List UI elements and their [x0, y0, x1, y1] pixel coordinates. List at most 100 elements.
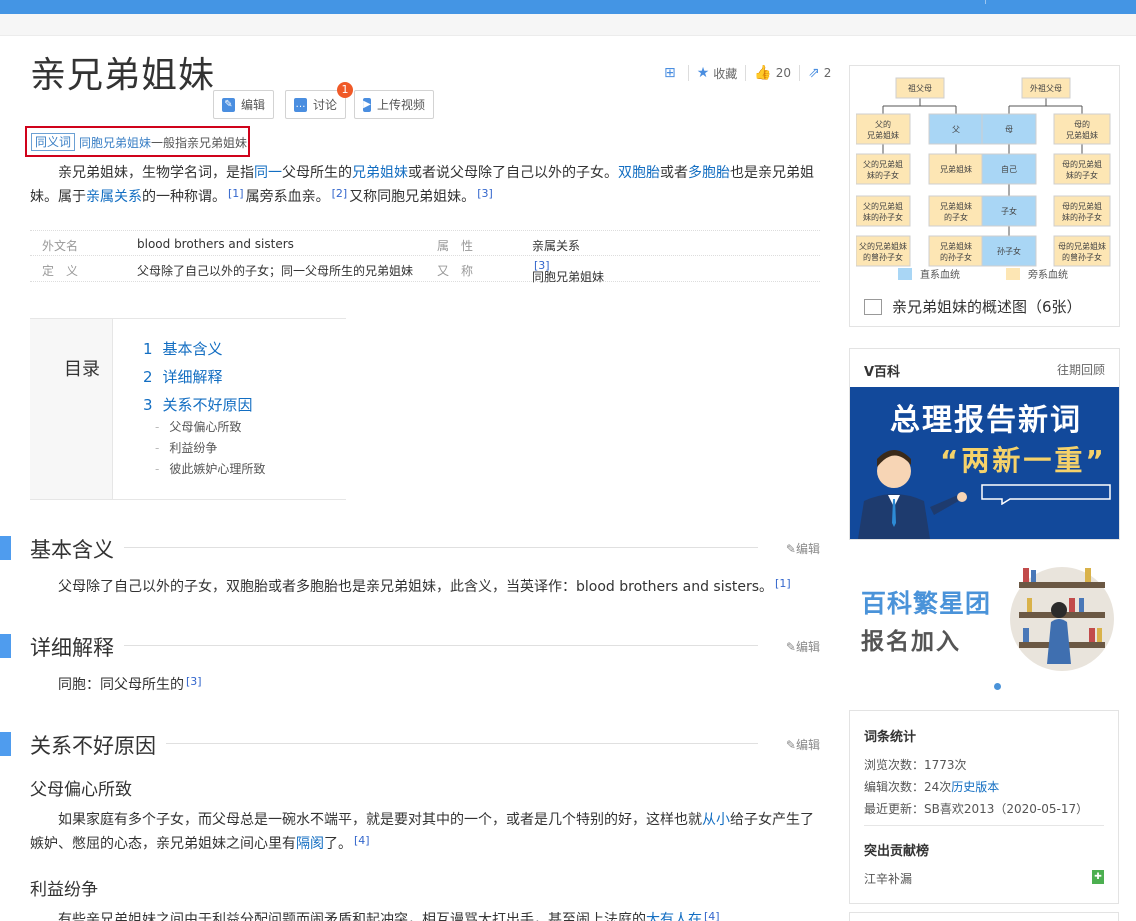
link-tongyi[interactable]: 同一 [254, 165, 282, 181]
section-1-text: 父母除了自己以外的子女，双胞胎或者多胞胎也是亲兄弟姐妹，此含义，当英译作：blo… [30, 575, 820, 599]
overview-image-card[interactable]: 祖父母 外祖父母 父的兄弟姐妹父母母的兄弟姐妹 父的兄弟姐妹的子女 兄弟姐妹 自己 母的兄弟… [849, 65, 1120, 327]
favorite-button[interactable]: ★ 收藏 [697, 65, 738, 82]
toc-number: 1 [143, 340, 153, 358]
section-edit-link[interactable]: ✎编辑 [786, 540, 820, 557]
share-icon: ⇗ [808, 65, 820, 81]
diagram-cell-label: 兄弟姐妹 [940, 164, 972, 174]
section-heading-3: 关系不好原因 ✎编辑 [0, 730, 820, 760]
actions-divider [745, 65, 747, 81]
link-siblings[interactable]: 兄弟姐妹 [352, 165, 408, 181]
vbaike-more-link[interactable]: 往期回顾 [1057, 361, 1105, 378]
link-kinship[interactable]: 亲属关系 [86, 189, 142, 205]
history-version-link[interactable]: 历史版本 [951, 780, 999, 794]
pencil-icon: ✎ [785, 738, 796, 752]
contributors-title: 突出贡献榜 [864, 844, 930, 859]
toc-subitem[interactable]: - 彼此嫉妒心理所致 [155, 460, 265, 477]
summary-text: 或者 [660, 165, 688, 181]
reference-mark[interactable]: [1] [775, 577, 791, 590]
section-edit-link[interactable]: ✎编辑 [786, 638, 820, 655]
toc-label: 目录 [64, 359, 100, 380]
toc-subtext: 彼此嫉妒心理所致 [169, 462, 266, 476]
image-caption[interactable]: 亲兄弟姐妹的概述图（6张） [864, 296, 1082, 317]
reference-mark[interactable]: [3] [534, 259, 550, 272]
vbaike-banner[interactable]: 总理报告新词 “两新一重” [850, 387, 1119, 539]
info-value: 父母除了自己以外的子女；同一父母所生的兄弟姐妹 [137, 264, 414, 278]
add-entry-button[interactable]: ⊞ [664, 65, 680, 81]
promo-title: 百科繁星团 [861, 589, 992, 618]
pencil-icon: ✎ [222, 97, 235, 112]
promo-banner[interactable]: 百科繁星团 报名加入 [849, 560, 1120, 695]
plus-square-icon: ⊞ [664, 65, 676, 81]
actions-divider [687, 65, 689, 81]
diagram-cell-label: 孙子女 [997, 246, 1021, 256]
info-value: blood brothers and sisters [137, 237, 294, 251]
diagram-cell-label: 自己 [1001, 164, 1017, 174]
edit-button[interactable]: ✎ 编辑 [213, 90, 274, 119]
toc-list: 1 基本含义 2 详细解释 3 关系不好原因 - 父母偏心所致 - 利益纷争 - 彼此嫉妒心… [112, 319, 346, 499]
favorite-label: 收藏 [713, 66, 738, 81]
summary-text: 属旁系血亲。 [245, 189, 330, 205]
summary-text: 或者说父母除了自己以外的子女。 [408, 165, 618, 181]
toc-item-3[interactable]: 3 关系不好原因 [143, 394, 253, 415]
summary-text: 父母所生的 [282, 165, 352, 181]
discuss-button[interactable]: … 讨论 [285, 90, 346, 119]
summary-text: 又称同胞兄弟姐妹。 [349, 189, 476, 205]
carousel-dot[interactable] [994, 683, 1001, 690]
like-count: 20 [775, 66, 792, 80]
section-title: 关系不好原因 [30, 730, 166, 760]
link-gehe[interactable]: 隔阂 [296, 836, 324, 852]
toc-number: 3 [143, 396, 153, 414]
diagram-cell-label: 母 [1005, 125, 1013, 134]
star-icon: ★ [696, 65, 710, 81]
reference-mark[interactable]: [1] [228, 187, 244, 200]
link-dayourenzai[interactable]: 大有人在 [646, 912, 702, 921]
thumbs-up-icon: 👍 [754, 65, 772, 81]
info-key: 定 义 [42, 264, 79, 278]
next-sidebar-card [849, 912, 1119, 921]
like-button[interactable]: 👍 20 [754, 65, 791, 81]
toc-subitem[interactable]: - 利益纷争 [155, 439, 217, 456]
synonym-desc: 一般指亲兄弟姐妹 [151, 136, 248, 150]
section-edit-link[interactable]: ✎编辑 [786, 736, 820, 753]
banner-headline: 总理报告新词 [890, 403, 1082, 438]
synonym-tag[interactable]: 同义词 [31, 133, 76, 151]
vbaike-card: V百科 往期回顾 总理报告新词 “两新一重” [849, 348, 1120, 540]
last-updated: 最近更新：SB喜欢2013（2020-05-17） [864, 802, 1089, 816]
toc-bullet: - [155, 441, 160, 455]
reference-mark[interactable]: [4] [704, 910, 720, 921]
edit-button-label: 编辑 [240, 98, 265, 112]
top-navigation-bar [0, 0, 1136, 14]
toc-item-1[interactable]: 1 基本含义 [143, 338, 223, 359]
toc-subitem[interactable]: - 父母偏心所致 [155, 418, 241, 435]
toc-item-2[interactable]: 2 详细解释 [143, 366, 223, 387]
section-divider [100, 743, 758, 744]
link-multiples[interactable]: 多胞胎 [688, 165, 730, 181]
topbar-divider [985, 0, 986, 4]
share-count: 2 [823, 66, 832, 80]
section-divider [100, 547, 758, 548]
synonym-link[interactable]: 同胞兄弟姐妹 [79, 136, 151, 150]
contributor-name[interactable]: 江辛补漏 [864, 870, 912, 887]
subsection-title: 父母偏心所致 [30, 780, 132, 800]
reference-mark[interactable]: [2] [332, 187, 348, 200]
promo-subtitle: 报名加入 [861, 629, 961, 655]
section-divider [100, 645, 758, 646]
share-button[interactable]: ⇗ 2 [808, 65, 831, 81]
reference-mark[interactable]: [4] [354, 834, 370, 847]
upload-video-button-label: 上传视频 [376, 98, 425, 112]
link-twins[interactable]: 双胞胎 [618, 165, 660, 181]
chat-icon: … [294, 97, 307, 112]
play-icon: ▶ [363, 97, 371, 112]
section-title: 详细解释 [30, 632, 124, 662]
summary-text: 的一种称谓。 [142, 189, 226, 205]
link-congxiao[interactable]: 从小 [702, 812, 730, 828]
reference-mark[interactable]: [3] [477, 187, 493, 200]
stats-divider [864, 825, 1104, 826]
diagram-cell-label: 子女 [1001, 206, 1017, 216]
toc-text: 关系不好原因 [162, 396, 253, 414]
reference-mark[interactable]: [3] [186, 675, 202, 688]
page-title: 亲兄弟姐妹 [30, 55, 216, 96]
edit-label: 编辑 [795, 738, 820, 752]
upload-video-button[interactable]: ▶ 上传视频 [354, 90, 434, 119]
pencil-icon: ✎ [785, 542, 796, 556]
